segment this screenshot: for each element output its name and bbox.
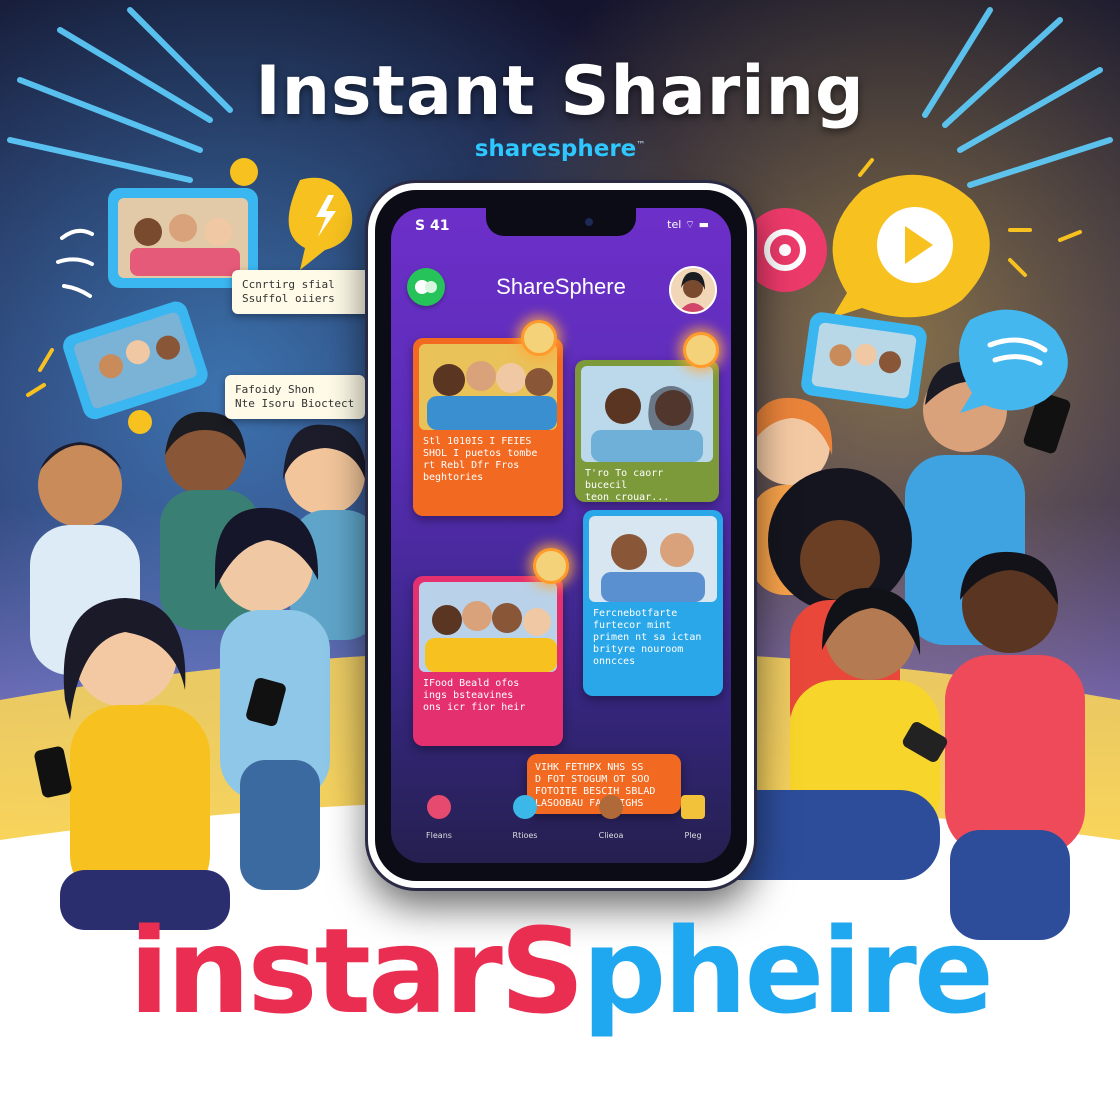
nav-label: Pleg	[684, 831, 702, 840]
phone-screen: S 41 tel ⌔ ▬ ShareSphere Stl 1010IS I FE…	[391, 208, 731, 863]
brand-wordmark: instarSpheire	[0, 902, 1120, 1040]
nav-avatar-icon	[427, 795, 451, 819]
nav-label: Fleans	[426, 831, 452, 840]
post-photo	[581, 366, 713, 462]
nav-label: Clieoa	[598, 831, 624, 840]
smartphone: S 41 tel ⌔ ▬ ShareSphere Stl 1010IS I FE…	[368, 183, 754, 888]
camera-dot	[585, 218, 593, 226]
nav-avatar-icon	[513, 795, 537, 819]
nav-avatar-icon	[681, 795, 705, 819]
feed-post-2[interactable]: T'ro To caorr bucecil teon crouar...	[575, 360, 719, 503]
floating-card-2: Fafoidy Shon Nte Isoru Bioctect	[225, 375, 365, 419]
bottom-nav: Fleans Rtioes Clieoa Pleg	[391, 783, 731, 863]
post-avatar-badge	[533, 548, 569, 584]
nav-item-4[interactable]: Pleg	[663, 795, 723, 840]
post-caption: Stl 1010IS I FEIES SHOL I puetos tombe r…	[423, 436, 538, 483]
status-time: S 41	[415, 218, 450, 234]
post-photo	[419, 582, 557, 672]
subbrand-logo: sharesphere™	[0, 136, 1120, 162]
floating-card-1: Ccnrtirg sfial Ssuffol oiiers	[232, 270, 370, 314]
status-icons: tel ⌔ ▬	[667, 218, 709, 231]
nav-avatar-icon	[599, 795, 623, 819]
post-avatar-badge	[521, 320, 557, 356]
feed-post-4[interactable]: IFood Beald ofos ings bsteavines ons icr…	[413, 576, 563, 746]
post-caption: T'ro To caorr bucecil teon crouar...	[585, 468, 670, 503]
nav-item-1[interactable]: Fleans	[409, 795, 469, 840]
nav-item-2[interactable]: Rtioes	[495, 795, 555, 840]
post-caption: IFood Beald ofos ings bsteavines ons icr…	[423, 678, 526, 713]
phone-notch	[486, 208, 636, 236]
subbrand-text: sharesphere	[474, 136, 637, 162]
feed-post-3[interactable]: Fercnebotfarte furtecor mint primen nt s…	[583, 510, 723, 696]
profile-avatar[interactable]	[669, 266, 717, 314]
post-avatar-badge	[683, 332, 719, 368]
post-photo	[589, 516, 717, 602]
headline: Instant Sharing	[255, 52, 865, 131]
post-photo	[419, 344, 557, 430]
app-header: ShareSphere	[391, 260, 731, 316]
nav-label: Rtioes	[512, 831, 538, 840]
nav-item-3[interactable]: Clieoa	[581, 795, 641, 840]
poster: Instant Sharing sharesphere™ Ccnrtirg sf…	[0, 0, 1120, 1120]
wordmark-part-2: pheire	[581, 902, 994, 1040]
wordmark-part-1: instarS	[128, 902, 585, 1040]
post-caption: Fercnebotfarte furtecor mint primen nt s…	[593, 608, 702, 667]
feed-post-1[interactable]: Stl 1010IS I FEIES SHOL I puetos tombe r…	[413, 338, 563, 516]
trademark-mark: ™	[636, 140, 646, 151]
